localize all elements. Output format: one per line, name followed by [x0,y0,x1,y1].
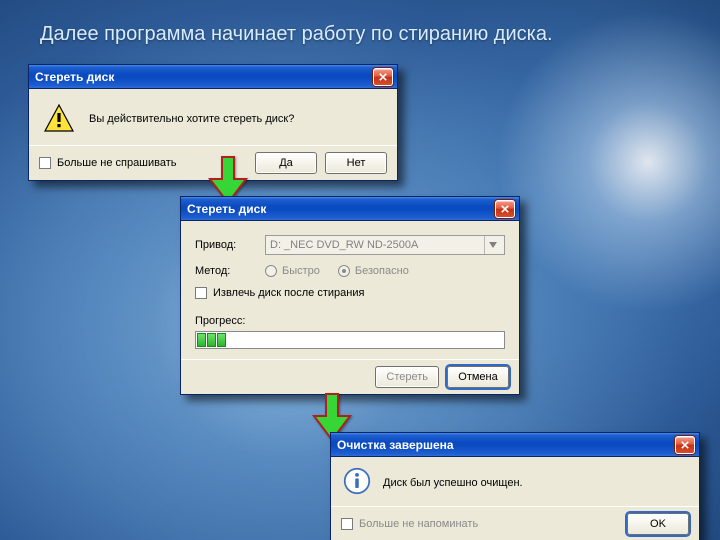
chevron-down-icon [484,236,500,254]
checkbox-box [195,287,207,299]
no-button[interactable]: Нет [325,152,387,174]
drive-label: Привод: [195,239,255,251]
titlebar[interactable]: Очистка завершена [331,433,699,457]
done-message: Диск был успешно очищен. [383,477,523,489]
warning-icon [43,103,75,135]
titlebar[interactable]: Стереть диск [29,65,397,89]
dialog-title: Стереть диск [187,202,266,216]
eject-checkbox[interactable]: Извлечь диск после стирания [195,287,364,299]
progress-bar [195,331,505,349]
close-button[interactable] [373,68,393,86]
method-safe-radio[interactable]: Безопасно [338,265,409,277]
radio-disc [338,265,350,277]
info-icon [343,467,371,498]
erase-done-dialog: Очистка завершена Диск был успешно очище… [330,432,700,540]
drive-combobox[interactable]: D: _NEC DVD_RW ND-2500A [265,235,505,255]
close-icon [379,73,387,81]
dont-remind-checkbox[interactable]: Больше не напоминать [341,518,478,530]
titlebar[interactable]: Стереть диск [181,197,519,221]
eject-label: Извлечь диск после стирания [213,287,364,299]
checkbox-box [39,157,51,169]
method-safe-label: Безопасно [355,265,409,277]
method-fast-radio[interactable]: Быстро [265,265,320,277]
method-fast-label: Быстро [282,265,320,277]
close-button[interactable] [675,436,695,454]
close-button[interactable] [495,200,515,218]
dont-ask-label: Больше не спрашивать [57,157,177,169]
drive-value: D: _NEC DVD_RW ND-2500A [270,239,418,251]
method-label: Метод: [195,265,255,277]
dont-remind-label: Больше не напоминать [359,518,478,530]
dont-ask-checkbox[interactable]: Больше не спрашивать [39,157,177,169]
erase-progress-dialog: Стереть диск Привод: D: _NEC DVD_RW ND-2… [180,196,520,395]
dialog-title: Стереть диск [35,70,114,84]
progress-label: Прогресс: [195,315,505,327]
checkbox-box [341,518,353,530]
close-icon [501,205,509,213]
cancel-button[interactable]: Отмена [447,366,509,388]
dialog-title: Очистка завершена [337,438,454,452]
slide-caption: Далее программа начинает работу по стира… [40,20,600,49]
yes-button[interactable]: Да [255,152,317,174]
ok-button[interactable]: OK [627,513,689,535]
radio-disc [265,265,277,277]
confirm-message: Вы действительно хотите стереть диск? [89,113,294,125]
close-icon [681,441,689,449]
erase-button: Стереть [375,366,439,388]
